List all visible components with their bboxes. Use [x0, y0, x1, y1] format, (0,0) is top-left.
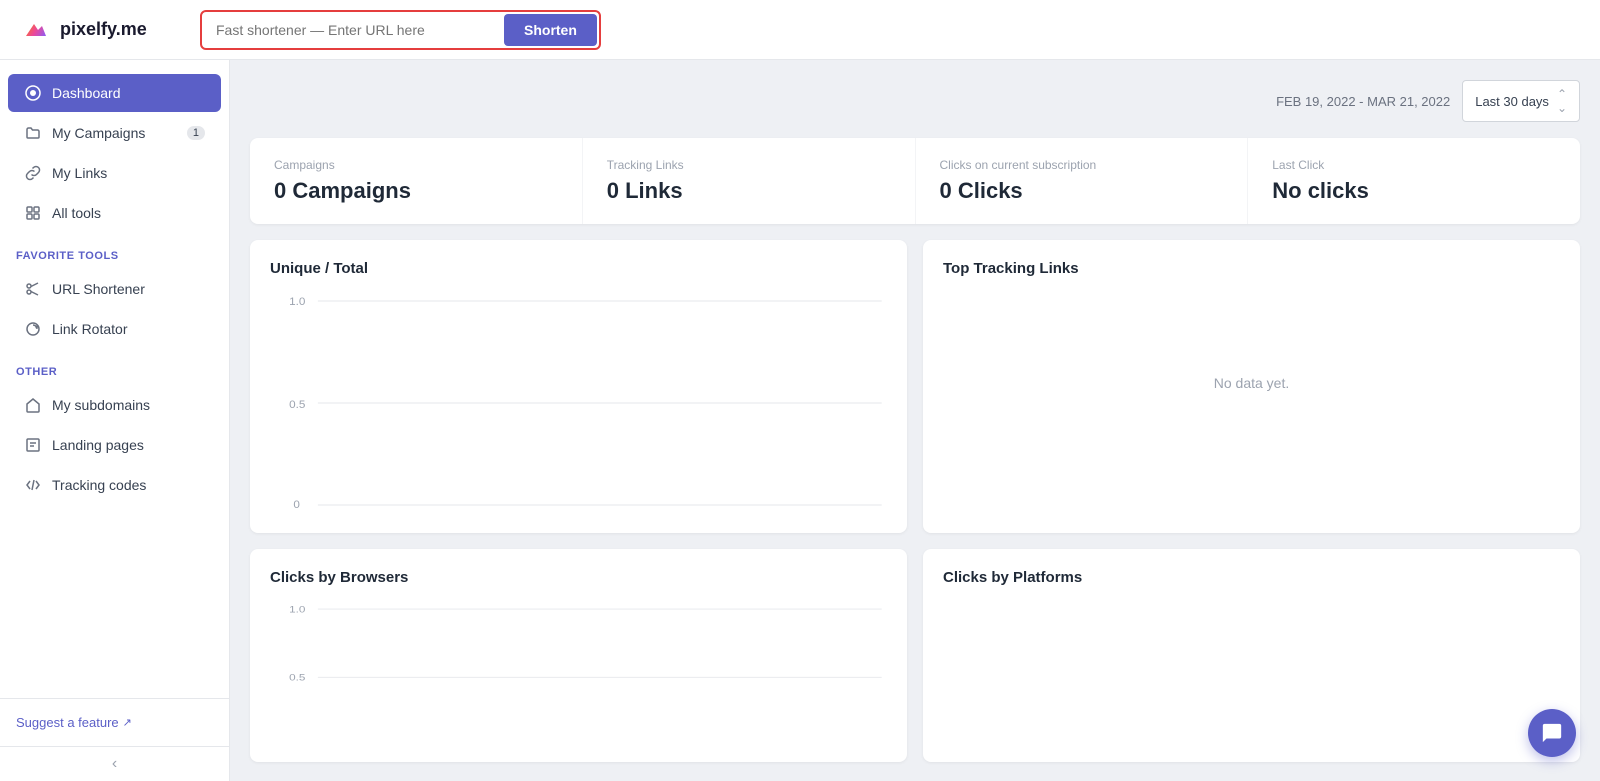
svg-text:0: 0 [293, 499, 300, 511]
scissors-icon [24, 280, 42, 298]
charts-grid: Unique / Total 1.0 0.5 0 12AM 3AM [250, 240, 1580, 762]
content-area: FEB 19, 2022 - MAR 21, 2022 Last 30 days… [230, 60, 1600, 781]
chart-top-links: Top Tracking Links No data yet. [923, 240, 1580, 533]
logo: pixelfy.me [20, 14, 180, 46]
home-icon [24, 396, 42, 414]
logo-icon [20, 14, 52, 46]
dashboard-header: FEB 19, 2022 - MAR 21, 2022 Last 30 days… [250, 80, 1580, 122]
stat-last-click: Last Click No clicks [1248, 138, 1580, 224]
sidebar-item-all-tools[interactable]: All tools [8, 194, 221, 232]
circle-icon [24, 84, 42, 102]
svg-text:0.5: 0.5 [289, 399, 305, 411]
svg-text:1.0: 1.0 [289, 604, 305, 615]
folder-icon [24, 124, 42, 142]
topbar: pixelfy.me Shorten [0, 0, 1600, 60]
stat-value-campaigns: 0 Campaigns [274, 178, 558, 204]
link-icon [24, 164, 42, 182]
sidebar-label-campaigns: My Campaigns [52, 125, 145, 141]
external-link-icon: ↗ [123, 716, 132, 729]
grid-icon [24, 204, 42, 222]
sidebar-label-link-rotator: Link Rotator [52, 321, 127, 337]
stat-label-campaigns: Campaigns [274, 158, 558, 172]
stat-value-last-click: No clicks [1272, 178, 1556, 204]
chart-browsers-area: 1.0 0.5 [270, 602, 887, 742]
rotator-icon [24, 320, 42, 338]
code-icon [24, 476, 42, 494]
sidebar-item-tracking-codes[interactable]: Tracking codes [8, 466, 221, 504]
sidebar-label-links: My Links [52, 165, 107, 181]
stat-campaigns: Campaigns 0 Campaigns [250, 138, 583, 224]
sidebar-label-url-shortener: URL Shortener [52, 281, 145, 297]
date-range-text: FEB 19, 2022 - MAR 21, 2022 [1276, 94, 1450, 109]
pages-icon [24, 436, 42, 454]
campaigns-badge: 1 [187, 126, 205, 140]
chart-browsers-title: Clicks by Browsers [270, 569, 887, 586]
sidebar-label-all-tools: All tools [52, 205, 101, 221]
sidebar-label-dashboard: Dashboard [52, 85, 121, 101]
chart-platforms-area [943, 602, 1560, 742]
chart-browsers: Clicks by Browsers 1.0 0.5 [250, 549, 907, 762]
chart-unique-total-svg: 1.0 0.5 0 12AM 3AM 6AM 9AM 12PM 3PM [270, 293, 887, 513]
shorten-button[interactable]: Shorten [504, 14, 597, 46]
chart-platforms-title: Clicks by Platforms [943, 569, 1560, 586]
sidebar-nav: Dashboard My Campaigns 1 My Links All t [0, 60, 229, 698]
chart-unique-total-area: 1.0 0.5 0 12AM 3AM 6AM 9AM 12PM 3PM [270, 293, 887, 513]
svg-text:0.5: 0.5 [289, 673, 305, 684]
sidebar-label-tracking-codes: Tracking codes [52, 477, 146, 493]
sidebar-label-landing-pages: Landing pages [52, 437, 144, 453]
sidebar-item-my-subdomains[interactable]: My subdomains [8, 386, 221, 424]
stat-value-clicks: 0 Clicks [940, 178, 1224, 204]
stat-clicks: Clicks on current subscription 0 Clicks [916, 138, 1249, 224]
sidebar-item-url-shortener[interactable]: URL Shortener [8, 270, 221, 308]
chart-unique-total: Unique / Total 1.0 0.5 0 12AM 3AM [250, 240, 907, 533]
chart-unique-total-title: Unique / Total [270, 260, 887, 277]
favorite-tools-label: FAVORITE TOOLS [0, 234, 229, 268]
chat-icon [1541, 722, 1563, 744]
other-label: OTHER [0, 350, 229, 384]
stat-links: Tracking Links 0 Links [583, 138, 916, 224]
stat-label-links: Tracking Links [607, 158, 891, 172]
suggest-feature-link[interactable]: Suggest a feature ↗ [16, 715, 213, 730]
sidebar: Dashboard My Campaigns 1 My Links All t [0, 60, 230, 781]
sidebar-footer: Suggest a feature ↗ [0, 698, 229, 746]
chevron-icon: ⌃⌄ [1557, 87, 1567, 115]
sidebar-item-my-links[interactable]: My Links [8, 154, 221, 192]
date-range-select[interactable]: Last 30 days ⌃⌄ [1462, 80, 1580, 122]
svg-text:1.0: 1.0 [289, 296, 305, 308]
url-bar: Shorten [200, 10, 601, 50]
stat-value-links: 0 Links [607, 178, 891, 204]
chat-fab-button[interactable] [1528, 709, 1576, 757]
sidebar-collapse-button[interactable]: ‹ [0, 746, 229, 781]
sidebar-label-subdomains: My subdomains [52, 397, 150, 413]
url-input[interactable] [204, 16, 504, 44]
sidebar-item-landing-pages[interactable]: Landing pages [8, 426, 221, 464]
sidebar-item-my-campaigns[interactable]: My Campaigns 1 [8, 114, 221, 152]
stats-row: Campaigns 0 Campaigns Tracking Links 0 L… [250, 138, 1580, 224]
chart-top-links-title: Top Tracking Links [943, 260, 1560, 277]
sidebar-item-dashboard[interactable]: Dashboard [8, 74, 221, 112]
sidebar-item-link-rotator[interactable]: Link Rotator [8, 310, 221, 348]
stat-label-last-click: Last Click [1272, 158, 1556, 172]
chart-platforms: Clicks by Platforms [923, 549, 1580, 762]
chart-top-links-empty: No data yet. [943, 293, 1560, 473]
main-layout: Dashboard My Campaigns 1 My Links All t [0, 60, 1600, 781]
stat-label-clicks: Clicks on current subscription [940, 158, 1224, 172]
chart-browsers-svg: 1.0 0.5 [270, 602, 887, 742]
